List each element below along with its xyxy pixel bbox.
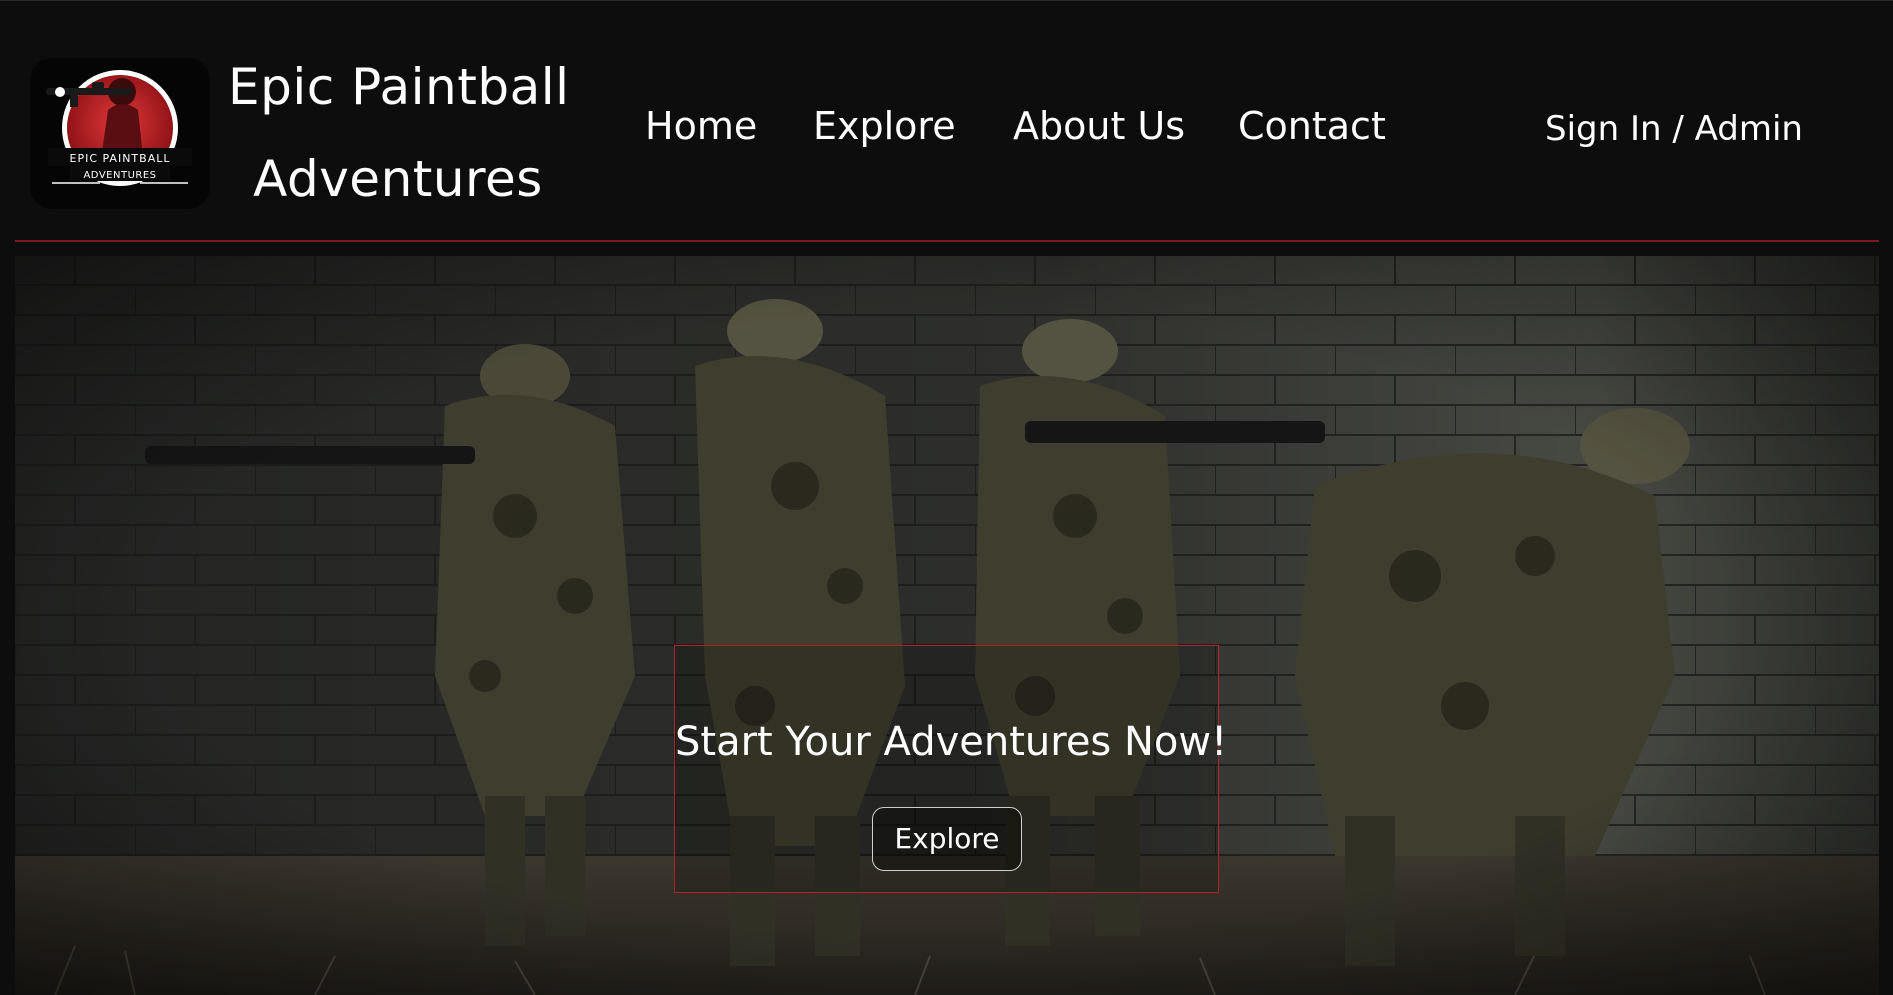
site-header: EPIC PAINTBALL ADVENTURES Epic Paintball…: [0, 1, 1893, 239]
svg-text:ADVENTURES: ADVENTURES: [83, 170, 156, 181]
nav-link-home[interactable]: Home: [645, 96, 757, 156]
nav-link-contact[interactable]: Contact: [1238, 96, 1386, 156]
sign-in-admin-link[interactable]: Sign In / Admin: [1545, 99, 1803, 159]
nav-link-about-us[interactable]: About Us: [1013, 96, 1185, 156]
paintball-player-logo-icon: EPIC PAINTBALL ADVENTURES: [46, 70, 192, 186]
svg-text:EPIC PAINTBALL: EPIC PAINTBALL: [70, 152, 171, 165]
site-title[interactable]: Epic Paintball Adventures: [228, 41, 570, 225]
hero-explore-button[interactable]: Explore: [872, 807, 1022, 871]
site-title-line2: Adventures: [253, 150, 543, 208]
nav-link-explore[interactable]: Explore: [813, 96, 956, 156]
site-title-line1: Epic Paintball: [228, 58, 570, 116]
hero-cta-title: Start Your Adventures Now!: [675, 719, 1228, 765]
hero-cta-box: Start Your Adventures Now! Explore: [674, 645, 1228, 893]
header-divider: [15, 240, 1879, 242]
site-logo[interactable]: EPIC PAINTBALL ADVENTURES: [30, 58, 210, 209]
